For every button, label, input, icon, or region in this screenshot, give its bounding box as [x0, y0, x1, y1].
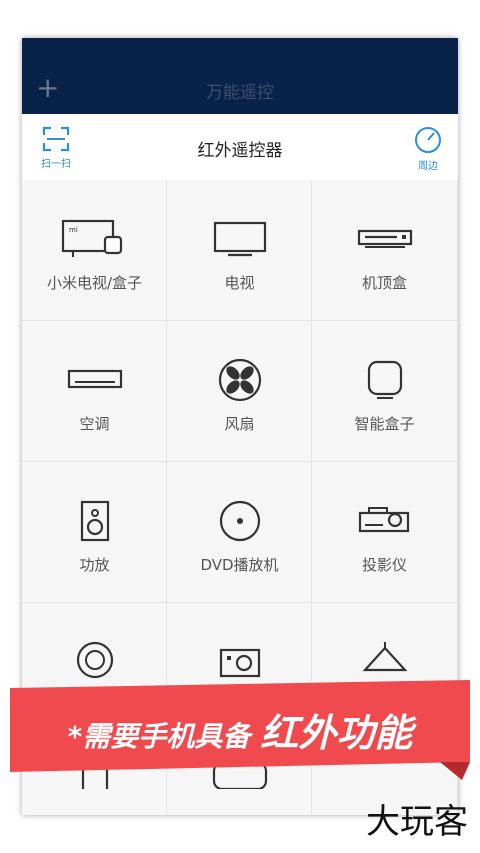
tv-icon	[213, 221, 266, 257]
nearby-button[interactable]: 周边	[410, 126, 446, 172]
smart-box-icon	[367, 360, 402, 399]
air-conditioner-icon	[67, 369, 122, 389]
dvd-icon	[219, 500, 260, 542]
fan-icon	[218, 358, 261, 402]
watermark: 大玩客	[366, 802, 468, 842]
device-mi-tv-box[interactable]: mi 小米电视/盒子	[22, 180, 167, 321]
device-label: 投影仪	[361, 556, 407, 574]
compass-icon	[415, 127, 441, 153]
set-top-box-icon	[357, 229, 412, 248]
device-label: 小米电视/盒子	[46, 274, 143, 292]
device-label: DVD播放机	[200, 556, 279, 574]
device-air-conditioner[interactable]: 空调	[22, 321, 167, 462]
device-label: 风扇	[224, 415, 255, 433]
app-bar: + 万能遥控	[22, 38, 458, 114]
device-tv[interactable]: 电视	[167, 180, 312, 321]
device-dvd[interactable]: DVD播放机	[167, 462, 312, 603]
device-amplifier[interactable]: 功放	[22, 462, 167, 603]
device-label: 机顶盒	[361, 274, 407, 292]
device-label: 功放	[79, 556, 110, 574]
device-projector[interactable]: 投影仪	[312, 462, 458, 603]
camera-icon	[219, 648, 260, 678]
banner-text-large: 红外功能	[260, 711, 413, 755]
feature-banner: *需要手机具备 红外功能	[10, 680, 470, 780]
device-set-top-box[interactable]: 机顶盒	[312, 180, 458, 321]
device-label: 空调	[79, 415, 110, 433]
nearby-label: 周边	[418, 161, 438, 172]
banner-text-small: *需要手机具备	[67, 720, 251, 753]
projector-icon	[358, 507, 409, 533]
device-fan[interactable]: 风扇	[167, 321, 312, 462]
device-smart-box[interactable]: 智能盒子	[312, 321, 458, 462]
remote-header: 扫一扫 红外遥控器 周边	[22, 114, 458, 181]
page-title: 红外遥控器	[197, 141, 283, 161]
app-title: 万能遥控	[206, 83, 274, 103]
lamp-icon	[362, 642, 407, 672]
svg-text:mi: mi	[69, 226, 78, 234]
device-label: 智能盒子	[354, 415, 415, 433]
pin-icon	[76, 641, 113, 679]
device-label: 电视	[224, 274, 255, 292]
amplifier-icon	[80, 500, 109, 542]
mi-tv-box-icon: mi	[61, 219, 122, 257]
